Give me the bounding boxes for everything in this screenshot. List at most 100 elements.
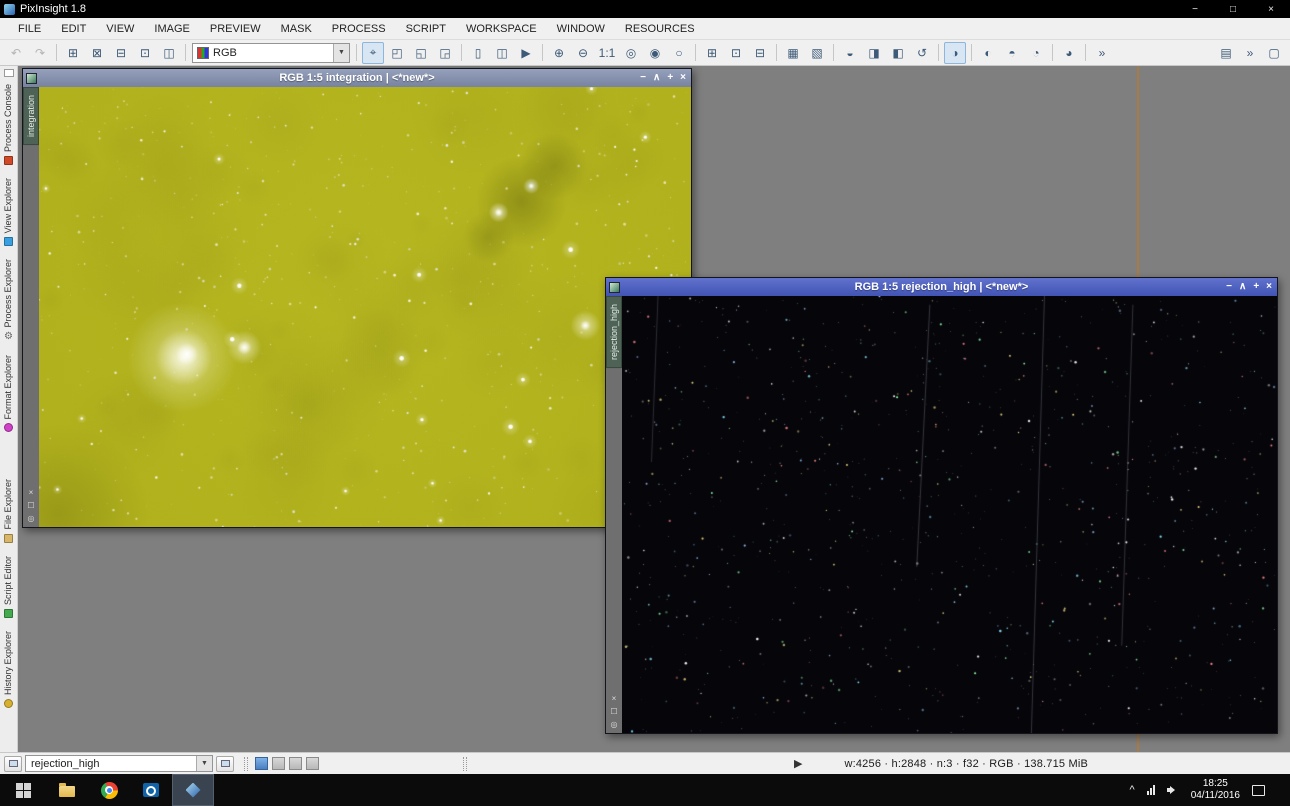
delete-preview-button[interactable]: ⊟ <box>749 42 771 64</box>
menu-item-process[interactable]: PROCESS <box>322 18 396 40</box>
taskbar-pixinsight[interactable] <box>172 774 214 806</box>
optimal-fit-button[interactable]: ○ <box>668 42 690 64</box>
color-management-button[interactable]: ◕ <box>1058 42 1080 64</box>
image-window-titlebar[interactable]: RGB 1:5 rejection_high | <*new*> − ∧ + × <box>606 278 1277 296</box>
duplicate-image-button[interactable]: ⊠ <box>86 42 108 64</box>
tray-expand-icon[interactable]: ^ <box>1130 784 1135 796</box>
sidebar-item-script-editor[interactable]: Script Editor <box>3 556 13 619</box>
fit-window-icon[interactable]: × <box>610 695 617 703</box>
window-close-button[interactable]: × <box>680 73 686 83</box>
window-shade-button[interactable]: ∧ <box>1239 282 1246 292</box>
image-view-rejection-high[interactable] <box>622 296 1277 733</box>
mask-invert-button[interactable]: ▧ <box>806 42 828 64</box>
action-center-icon[interactable] <box>1252 784 1265 796</box>
stf-edit-button[interactable]: ◒ <box>839 42 861 64</box>
redo-button[interactable]: ↷ <box>29 42 51 64</box>
network-icon[interactable] <box>1146 785 1155 795</box>
dock-icon[interactable] <box>3 69 14 77</box>
toolbar-overflow-button[interactable]: » <box>1091 42 1113 64</box>
volume-icon[interactable] <box>1166 784 1179 796</box>
menu-item-preview[interactable]: PREVIEW <box>200 18 271 40</box>
undo-button[interactable]: ↶ <box>5 42 27 64</box>
taskbar-clock[interactable]: 18:25 04/11/2016 <box>1191 778 1240 802</box>
window-iconize-button[interactable]: − <box>1226 282 1232 292</box>
app-minimize-button[interactable]: − <box>1176 0 1214 18</box>
save-image-button[interactable]: ⊟ <box>110 42 132 64</box>
view-list-button[interactable] <box>4 755 22 772</box>
edit-preview-button[interactable]: ⊡ <box>725 42 747 64</box>
window-iconize-button[interactable]: − <box>640 73 646 83</box>
new-preview-button[interactable]: ⊞ <box>701 42 723 64</box>
menu-item-edit[interactable]: EDIT <box>51 18 96 40</box>
menu-item-workspace[interactable]: WORKSPACE <box>456 18 547 40</box>
menu-item-resources[interactable]: RESOURCES <box>615 18 705 40</box>
readout-probe-icon[interactable]: ◎ <box>27 515 35 523</box>
menu-item-file[interactable]: FILE <box>8 18 51 40</box>
display-mode-select[interactable]: RGB ▼ <box>192 42 350 63</box>
menu-item-mask[interactable]: MASK <box>271 18 322 40</box>
zoom-mode-button[interactable]: ◰ <box>386 42 408 64</box>
workspace-button-4[interactable] <box>306 757 319 770</box>
histogram-transform-button[interactable]: ◨ <box>863 42 885 64</box>
stf-tracking-button[interactable]: ◓ <box>1001 42 1023 64</box>
stf-24bit-lut-button[interactable]: ◔ <box>1025 42 1047 64</box>
iconize-image-button[interactable]: ◫ <box>158 42 180 64</box>
mask-enable-button[interactable]: ▦ <box>782 42 804 64</box>
statusbar-drag-handle[interactable] <box>244 756 248 771</box>
sidebar-item-history-explorer[interactable]: History Explorer <box>3 631 13 709</box>
screen-stretch-button[interactable]: ◧ <box>887 42 909 64</box>
zoom-out-button[interactable]: ⊖ <box>572 42 594 64</box>
workspace-button-1[interactable] <box>255 757 268 770</box>
window-shade-button[interactable]: ∧ <box>653 73 660 83</box>
center-image-button[interactable]: ◱ <box>410 42 432 64</box>
menu-item-script[interactable]: SCRIPT <box>396 18 456 40</box>
menu-item-view[interactable]: VIEW <box>96 18 144 40</box>
image-window-titlebar[interactable]: RGB 1:5 integration | <*new*> − ∧ + × <box>23 69 691 87</box>
explorer-panel-button[interactable]: ▤ <box>1215 42 1237 64</box>
auto-stretch-button[interactable]: ◑ <box>944 41 966 64</box>
workspace-button-2[interactable] <box>272 757 285 770</box>
window-zoom-button[interactable]: + <box>1253 282 1259 292</box>
new-view-button[interactable] <box>216 755 234 772</box>
zoom-to-fit-button[interactable]: ◎ <box>620 42 642 64</box>
link-rgb-channels-button[interactable]: ◐ <box>977 42 999 64</box>
readout-probe-icon[interactable]: ◎ <box>610 721 618 729</box>
fit-view-button[interactable]: ◉ <box>644 42 666 64</box>
dropdown-arrow-icon[interactable]: ▼ <box>196 756 212 771</box>
view-tab-integration[interactable]: integration <box>23 87 39 146</box>
taskbar-file-explorer[interactable] <box>46 774 88 806</box>
taskbar-chrome[interactable] <box>88 774 130 806</box>
menu-item-image[interactable]: IMAGE <box>144 18 199 40</box>
image-window-rejection-high[interactable]: RGB 1:5 rejection_high | <*new*> − ∧ + × re… <box>605 277 1278 734</box>
menu-item-window[interactable]: WINDOW <box>547 18 615 40</box>
taskbar-outlook[interactable] <box>130 774 172 806</box>
process-play-button[interactable]: ▶ <box>794 757 802 770</box>
selection-icon[interactable]: ☐ <box>610 708 617 716</box>
screen-monitor-button[interactable]: ▢ <box>1263 42 1285 64</box>
workspace[interactable]: RGB 1:5 integration | <*new*> − ∧ + × integ… <box>18 66 1290 752</box>
sidebar-item-process-console[interactable]: Process Console <box>3 84 13 166</box>
app-maximize-button[interactable]: □ <box>1214 0 1252 18</box>
zoom-1-1-button[interactable]: 1:1 <box>596 42 618 64</box>
view-tab-rejection-high[interactable]: rejection_high <box>606 296 622 369</box>
new-image-button[interactable]: ⊞ <box>62 42 84 64</box>
sidebar-item-process-explorer[interactable]: Process Explorer ⚙ <box>3 259 13 342</box>
app-close-button[interactable]: × <box>1252 0 1290 18</box>
dynamic-crop-button[interactable]: ◲ <box>434 42 456 64</box>
panel-overflow-button[interactable]: » <box>1239 42 1261 64</box>
start-button[interactable] <box>0 774 46 806</box>
statusbar-drag-handle[interactable] <box>463 756 467 771</box>
workspace-button-3[interactable] <box>289 757 302 770</box>
image-information-button[interactable]: ⊡ <box>134 42 156 64</box>
vertical-split-button[interactable]: ▯ <box>467 42 489 64</box>
selection-icon[interactable]: ☐ <box>27 502 34 510</box>
sidebar-item-file-explorer[interactable]: File Explorer <box>3 479 13 543</box>
readout-mode-button[interactable]: ▶ <box>515 42 537 64</box>
horizontal-split-button[interactable]: ◫ <box>491 42 513 64</box>
zoom-in-button[interactable]: ⊕ <box>548 42 570 64</box>
image-view-integration[interactable] <box>39 87 691 527</box>
window-close-button[interactable]: × <box>1266 282 1272 292</box>
fit-window-icon[interactable]: × <box>27 489 34 497</box>
reset-stretch-button[interactable]: ↺ <box>911 42 933 64</box>
sidebar-item-format-explorer[interactable]: Format Explorer <box>3 355 13 433</box>
